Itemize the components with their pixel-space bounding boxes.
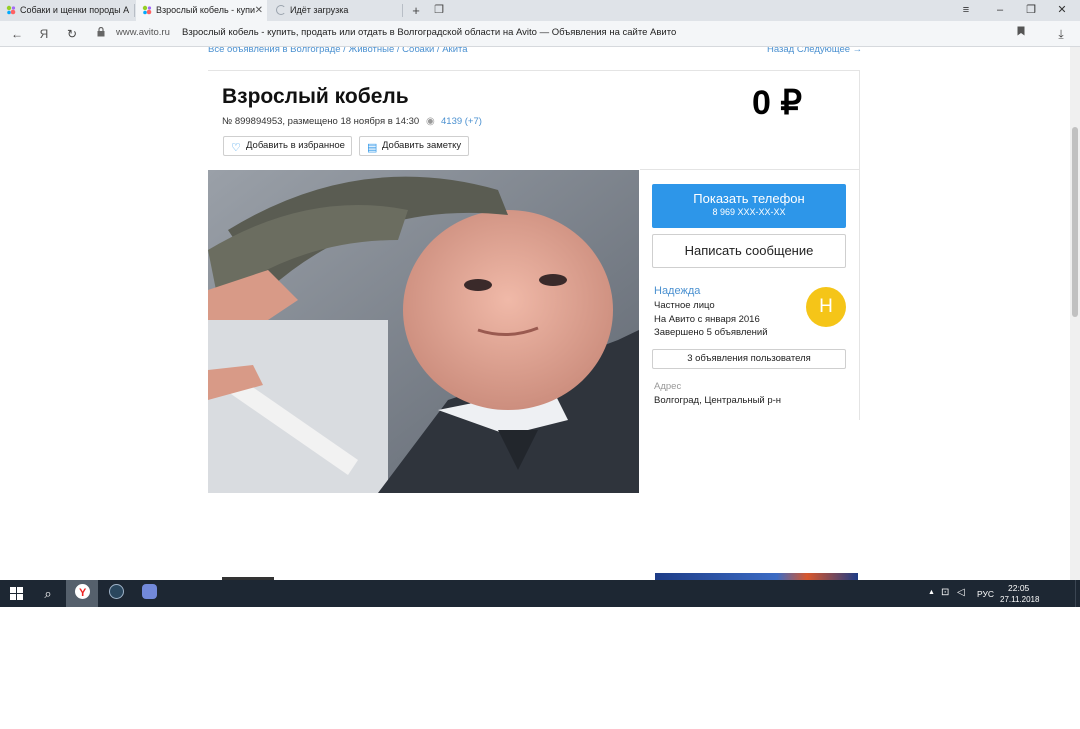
windows-start-icon[interactable] <box>0 580 32 607</box>
search-icon[interactable]: ⌕ <box>32 580 64 607</box>
yandex-y-icon: Y <box>79 587 87 599</box>
favorites-label: Добавить в избранное <box>246 140 345 151</box>
prev-next-links[interactable]: Назад Следующее → <box>767 47 862 55</box>
heart-icon: ♡ <box>231 142 241 154</box>
windows-logo <box>9 587 23 600</box>
taskbar: ⌕ Y ▲ ⊡ ◁ РУС 22:05 27.11.2018 <box>0 580 1080 607</box>
ad-photo-image <box>208 170 639 493</box>
banner-ad[interactable] <box>655 573 858 580</box>
card-border <box>859 70 860 420</box>
write-message-button[interactable]: Написать сообщение <box>652 234 846 268</box>
avito-favicon <box>142 5 152 15</box>
ad-photo[interactable] <box>208 170 639 493</box>
browser-tab-bar: Собаки и щенки породы А Взрослый кобель … <box>0 0 1080 21</box>
eye-icon: ◉ <box>426 116 435 127</box>
note-icon: ▤ <box>367 142 378 154</box>
browser-menu-icon[interactable]: ≡ <box>950 0 982 21</box>
discord-taskbar-icon[interactable] <box>133 580 165 607</box>
seller-completed: Завершено 5 объявлений <box>654 327 768 338</box>
page-content: Все объявления в Волгограде / Животные /… <box>0 47 1080 580</box>
language-indicator[interactable]: РУС <box>977 589 994 599</box>
bookmark-icon[interactable] <box>1011 24 1031 44</box>
restore-icon[interactable]: ❐ <box>1015 0 1047 21</box>
reload-icon[interactable]: ↻ <box>62 24 82 44</box>
back-arrow-icon[interactable]: ← <box>7 24 27 44</box>
lock-icon[interactable] <box>91 24 111 44</box>
breadcrumb[interactable]: Все объявления в Волгограде / Животные /… <box>208 47 468 55</box>
clock-time[interactable]: 22:05 <box>1008 583 1029 593</box>
add-to-favorites-button[interactable]: ♡ Добавить в избранное <box>223 136 352 156</box>
show-desktop-button[interactable] <box>1075 580 1080 607</box>
new-tab-plus-icon[interactable]: + <box>405 0 427 21</box>
discord-logo <box>142 584 157 599</box>
tray-expand-icon[interactable]: ▲ <box>928 589 935 596</box>
add-note-button[interactable]: ▤ Добавить заметку <box>359 136 469 156</box>
url-domain[interactable]: www.avito.ru <box>116 27 170 38</box>
ad-price: 0 ₽ <box>752 84 802 122</box>
scrollbar[interactable] <box>1070 47 1080 580</box>
steam-taskbar-icon[interactable] <box>100 580 132 607</box>
tab-label: Взрослый кобель - купи <box>156 5 256 15</box>
seller-type: Частное лицо <box>654 300 715 311</box>
yandex-logo-icon[interactable]: Я <box>34 24 54 44</box>
address-bar: ← Я ↻ www.avito.ru Взрослый кобель - куп… <box>0 21 1080 47</box>
tab-separator <box>134 4 135 17</box>
tab-dogs[interactable]: Собаки и щенки породы А <box>0 0 133 21</box>
close-icon[interactable]: ✕ <box>255 0 263 21</box>
clock-date[interactable]: 27.11.2018 <box>1000 595 1039 604</box>
minimize-icon[interactable]: – <box>984 0 1016 21</box>
tab-separator <box>402 4 403 17</box>
address-label: Адрес <box>654 381 682 392</box>
masked-phone: 8 969 XXX-XX-XX <box>712 207 786 217</box>
note-label: Добавить заметку <box>382 140 462 151</box>
network-icon[interactable]: ⊡ <box>941 587 949 598</box>
tab-current-ad[interactable]: Взрослый кобель - купи ✕ <box>136 0 267 21</box>
views-count: 4139 (+7) <box>441 116 482 127</box>
volume-icon[interactable]: ◁ <box>957 587 965 598</box>
tab-label: Собаки и щенки породы А <box>20 5 130 15</box>
tab-switcher-icon[interactable]: ❐ <box>428 0 450 21</box>
bookmark-icon-shape <box>1017 26 1025 36</box>
ad-title: Взрослый кобель <box>222 85 409 108</box>
divider <box>640 169 860 170</box>
seller-since: На Авито с января 2016 <box>654 314 760 325</box>
scrollbar-thumb[interactable] <box>1072 127 1078 317</box>
show-phone-label: Показать телефон <box>693 191 805 206</box>
url-page-title[interactable]: Взрослый кобель - купить, продать или от… <box>182 27 676 38</box>
loading-spinner-icon <box>276 5 286 15</box>
tab-loading[interactable]: Идёт загрузка <box>270 0 400 21</box>
seller-name[interactable]: Надежда <box>654 285 700 297</box>
address-value: Волгоград, Центральный р-н <box>654 395 782 406</box>
show-phone-button[interactable]: Показать телефон 8 969 XXX-XX-XX <box>652 184 846 228</box>
steam-logo <box>109 584 124 599</box>
user-ads-button[interactable]: 3 объявления пользователя <box>652 349 846 369</box>
avatar[interactable]: Н <box>806 287 846 327</box>
yandex-browser-taskbar-icon[interactable]: Y <box>66 580 98 607</box>
avito-favicon <box>6 5 16 15</box>
ad-meta: № 899894953, размещено 18 ноября в 14:30 <box>222 116 420 127</box>
window-close-icon[interactable]: ✕ <box>1046 0 1078 21</box>
download-icon[interactable]: ⤓ <box>1051 24 1071 44</box>
tab-label: Идёт загрузка <box>290 5 349 15</box>
lock-icon-shape <box>97 26 105 37</box>
screen: Собаки и щенки породы А Взрослый кобель … <box>0 0 1080 729</box>
